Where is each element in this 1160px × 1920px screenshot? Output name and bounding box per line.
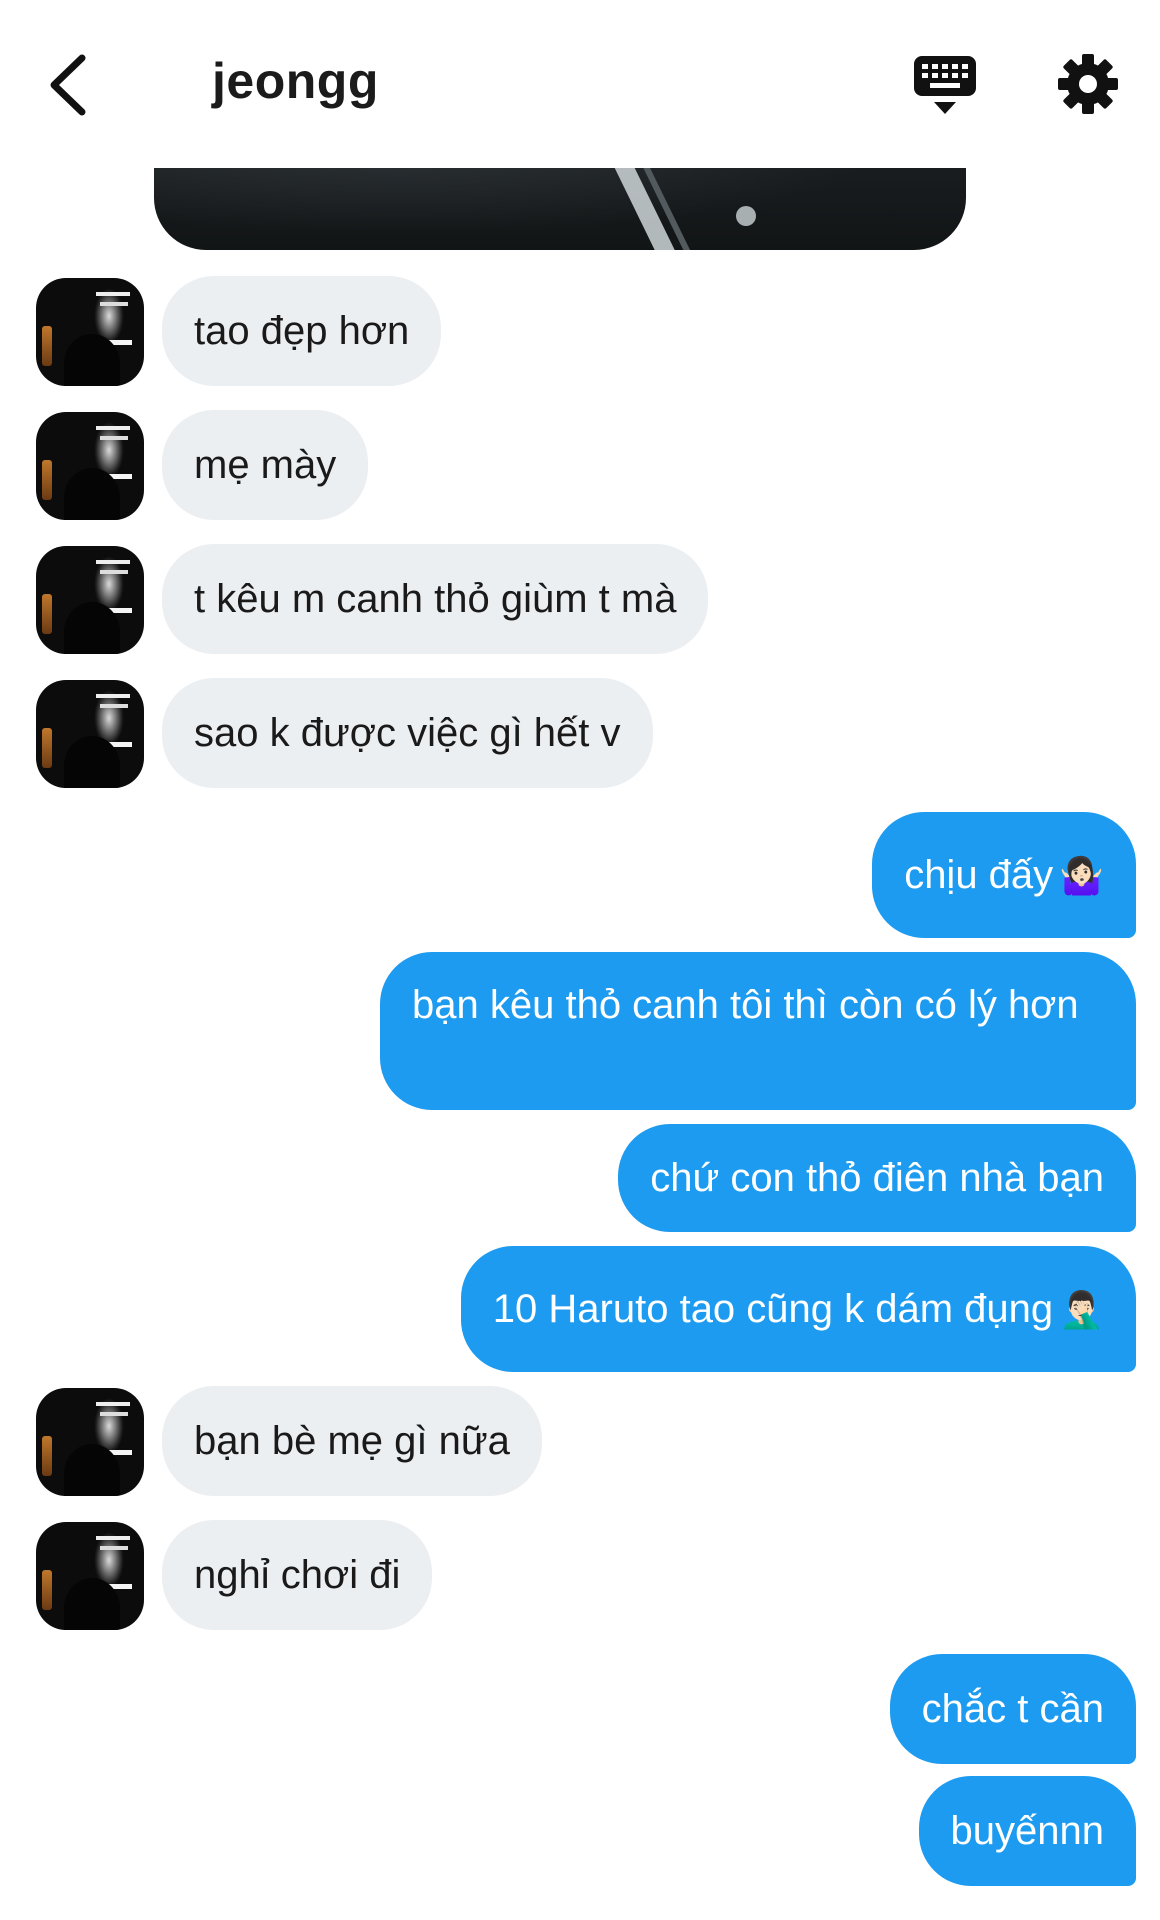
- incoming-message[interactable]: tao đẹp hơn: [162, 276, 442, 386]
- avatar[interactable]: [36, 1522, 144, 1630]
- message-text: chịu đấy: [904, 853, 1054, 897]
- chevron-left-icon[interactable]: [44, 50, 94, 120]
- outgoing-message[interactable]: bạn kêu thỏ canh tôi thì còn có lý hơn: [380, 952, 1136, 1110]
- conversation-title[interactable]: jeongg: [212, 52, 379, 110]
- person-facepalming-emoji: 🤦🏻‍♂️: [1059, 1289, 1104, 1330]
- avatar[interactable]: [36, 412, 144, 520]
- outgoing-message[interactable]: buyếnnn: [918, 1776, 1136, 1886]
- keyboard-icon[interactable]: [912, 52, 978, 118]
- avatar[interactable]: [36, 1388, 144, 1496]
- incoming-message[interactable]: nghỉ chơi đi: [162, 1520, 433, 1630]
- avatar[interactable]: [36, 680, 144, 788]
- outgoing-message[interactable]: chắc t cần: [889, 1654, 1136, 1764]
- avatar[interactable]: [36, 278, 144, 386]
- incoming-message[interactable]: sao k được việc gì hết v: [162, 678, 653, 788]
- avatar[interactable]: [36, 546, 144, 654]
- gear-icon[interactable]: [1056, 52, 1120, 116]
- incoming-message[interactable]: mẹ mày: [162, 410, 369, 520]
- message-text: 10 Haruto tao cũng k dám đụng: [492, 1287, 1054, 1331]
- chat-header: jeongg: [0, 0, 1160, 168]
- outgoing-message[interactable]: chịu đấy 🤷🏻‍♀️: [872, 812, 1136, 938]
- incoming-message[interactable]: bạn bè mẹ gì nữa: [162, 1386, 542, 1496]
- incoming-message[interactable]: t kêu m canh thỏ giùm t mà: [162, 544, 709, 654]
- photo-detail: [736, 206, 756, 226]
- outgoing-message[interactable]: 10 Haruto tao cũng k dám đụng 🤦🏻‍♂️: [460, 1246, 1136, 1372]
- person-shrugging-emoji: 🤷🏻‍♀️: [1059, 855, 1104, 896]
- outgoing-message[interactable]: chứ con thỏ điên nhà bạn: [618, 1124, 1136, 1232]
